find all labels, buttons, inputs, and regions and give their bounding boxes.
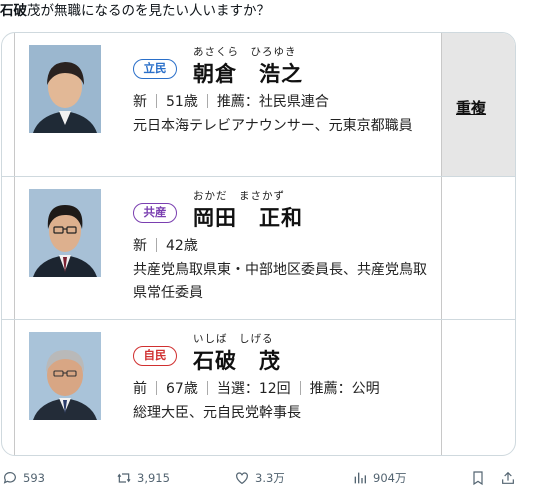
share-button[interactable] xyxy=(500,470,516,486)
post-text: 石破茂が無職になるのを見たい人いますか？ xyxy=(0,2,534,20)
candidate-meta: 新 51歳 推薦：社民県連合 xyxy=(133,91,329,111)
candidate-name: 朝倉 浩之 xyxy=(193,62,303,86)
post-text-bold: 石破 xyxy=(0,3,27,19)
reply-count: 593 xyxy=(23,471,45,485)
candidate-name: 石破 茂 xyxy=(193,349,281,373)
candidate-photo xyxy=(29,332,101,420)
divider xyxy=(299,381,301,395)
repost-button[interactable]: 3,915 xyxy=(116,470,170,486)
candidate-photo xyxy=(29,189,101,277)
candidate-name: 岡田 正和 xyxy=(193,206,303,230)
candidate-status: 前 xyxy=(133,381,147,397)
candidate-photo xyxy=(29,45,101,133)
candidate-row: 立民 あさくら ひろゆき 朝倉 浩之 新 51歳 推薦：社民県連合 元日本海テレビア… xyxy=(2,33,515,176)
divider xyxy=(206,381,208,395)
candidate-description: 元日本海テレビアナウンサー、元東京都職員 xyxy=(133,118,413,134)
candidate-endorsement: 推薦：公明 xyxy=(309,381,380,397)
candidate-furigana: おかだ まさかず xyxy=(193,190,285,202)
candidate-furigana: あさくら ひろゆき xyxy=(193,46,297,58)
bookmark-button[interactable] xyxy=(470,470,486,486)
views-button[interactable]: 904万 xyxy=(352,470,406,486)
bookmark-icon xyxy=(473,471,483,486)
candidate-elected: 当選：12回 xyxy=(216,381,291,397)
candidate-info: 共産 おかだ まさかず 岡田 正和 新 42歳 共産党鳥取県東・中部地区委員長、共… xyxy=(14,177,442,319)
divider xyxy=(156,94,157,108)
divider xyxy=(206,94,208,108)
candidate-age: 51歳 xyxy=(166,94,198,110)
candidate-card[interactable]: 立民 あさくら ひろゆき 朝倉 浩之 新 51歳 推薦：社民県連合 元日本海テレビア… xyxy=(1,32,516,456)
views-count: 904万 xyxy=(373,471,407,485)
repost-icon xyxy=(117,473,131,483)
candidate-meta: 新 42歳 xyxy=(133,235,198,255)
post-text-rest: 茂が無職になるのを見たい人いますか？ xyxy=(27,3,270,19)
like-button[interactable]: 3.3万 xyxy=(234,470,285,486)
divider xyxy=(156,238,157,252)
duplicate-cell: 重複 xyxy=(442,33,515,176)
candidate-row: 自民 いしば しげる 石破 茂 前 67歳 当選：12回 推薦：公明 総理大臣、元自民… xyxy=(2,319,515,455)
repost-count: 3,915 xyxy=(137,471,170,485)
like-count: 3.3万 xyxy=(255,471,285,485)
candidate-age: 42歳 xyxy=(166,238,198,254)
duplicate-label: 重複 xyxy=(456,99,487,117)
share-icon xyxy=(502,471,514,484)
candidate-description: 総理大臣、元自民党幹事長 xyxy=(133,405,301,421)
divider xyxy=(156,381,157,395)
candidate-status: 新 xyxy=(133,238,147,254)
candidate-row: 共産 おかだ まさかず 岡田 正和 新 42歳 共産党鳥取県東・中部地区委員長、共… xyxy=(2,176,515,319)
candidate-info: 立民 あさくら ひろゆき 朝倉 浩之 新 51歳 推薦：社民県連合 元日本海テレビア… xyxy=(14,33,442,176)
candidate-endorsement: 推薦：社民県連合 xyxy=(216,94,329,110)
candidate-age: 67歳 xyxy=(166,381,198,397)
post-actions: 593 3,915 3.3万 904万 xyxy=(0,470,534,492)
reply-icon xyxy=(3,472,16,484)
like-icon xyxy=(236,472,248,485)
views-icon xyxy=(354,472,366,484)
party-badge: 自民 xyxy=(133,346,177,366)
candidate-info: 自民 いしば しげる 石破 茂 前 67歳 当選：12回 推薦：公明 総理大臣、元自民… xyxy=(14,320,442,455)
candidate-furigana: いしば しげる xyxy=(193,333,274,345)
candidate-description: 共産党鳥取県東・中部地区委員長、共産党鳥取県常任委員 xyxy=(133,262,427,301)
party-badge: 共産 xyxy=(133,203,177,223)
reply-button[interactable]: 593 xyxy=(2,470,45,486)
candidate-meta: 前 67歳 当選：12回 推薦：公明 xyxy=(133,378,380,398)
candidate-status: 新 xyxy=(133,94,147,110)
party-badge: 立民 xyxy=(133,59,177,79)
